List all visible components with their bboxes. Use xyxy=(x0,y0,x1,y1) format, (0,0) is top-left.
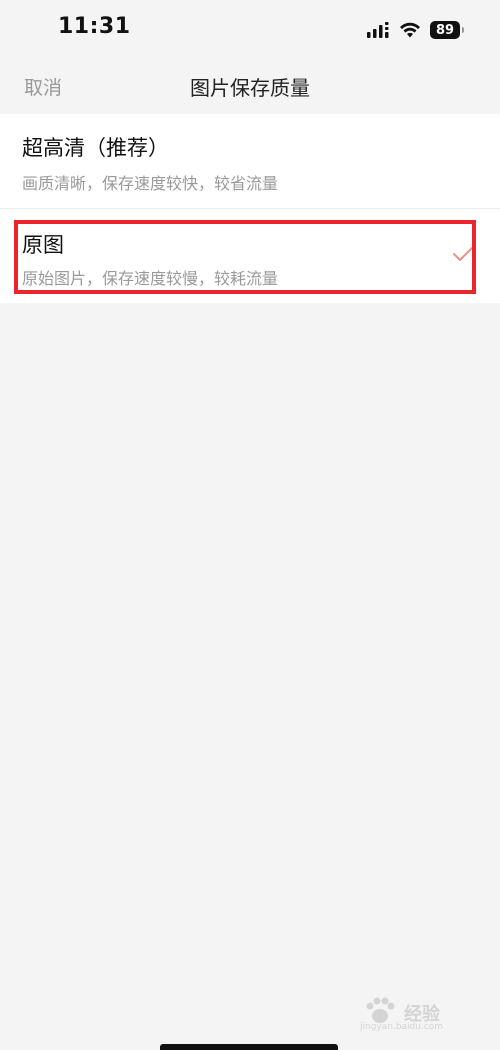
cellular-signal-icon xyxy=(367,22,389,38)
checkmark-icon xyxy=(453,247,473,261)
option-ultra-hd[interactable]: 超高清（推荐） 画质清晰，保存速度较快，较省流量 xyxy=(0,114,500,209)
nav-bar: 取消 图片保存质量 xyxy=(0,60,500,112)
option-title: 原图 xyxy=(22,233,64,257)
status-bar: 11:31 89 xyxy=(0,0,500,60)
watermark-url: jingyan.baidu.com xyxy=(360,1022,444,1032)
option-title: 超高清（推荐） xyxy=(22,136,169,160)
quality-option-list: 超高清（推荐） 画质清晰，保存速度较快，较省流量 原图 原始图片，保存速度较慢，… xyxy=(0,114,500,303)
home-indicator xyxy=(160,1044,338,1050)
status-time: 11:31 xyxy=(58,14,131,39)
status-icons: 89 xyxy=(366,18,464,42)
option-original[interactable]: 原图 原始图片，保存速度较慢，较耗流量 xyxy=(0,209,500,303)
page-title: 图片保存质量 xyxy=(190,76,310,100)
option-description: 原始图片，保存速度较慢，较耗流量 xyxy=(22,269,279,288)
wifi-icon xyxy=(400,22,420,38)
baidu-jingyan-watermark: 经验 jingyan.baidu.com xyxy=(360,996,480,1036)
battery-icon: 89 xyxy=(430,21,464,39)
option-description: 画质清晰，保存速度较快，较省流量 xyxy=(22,174,279,193)
